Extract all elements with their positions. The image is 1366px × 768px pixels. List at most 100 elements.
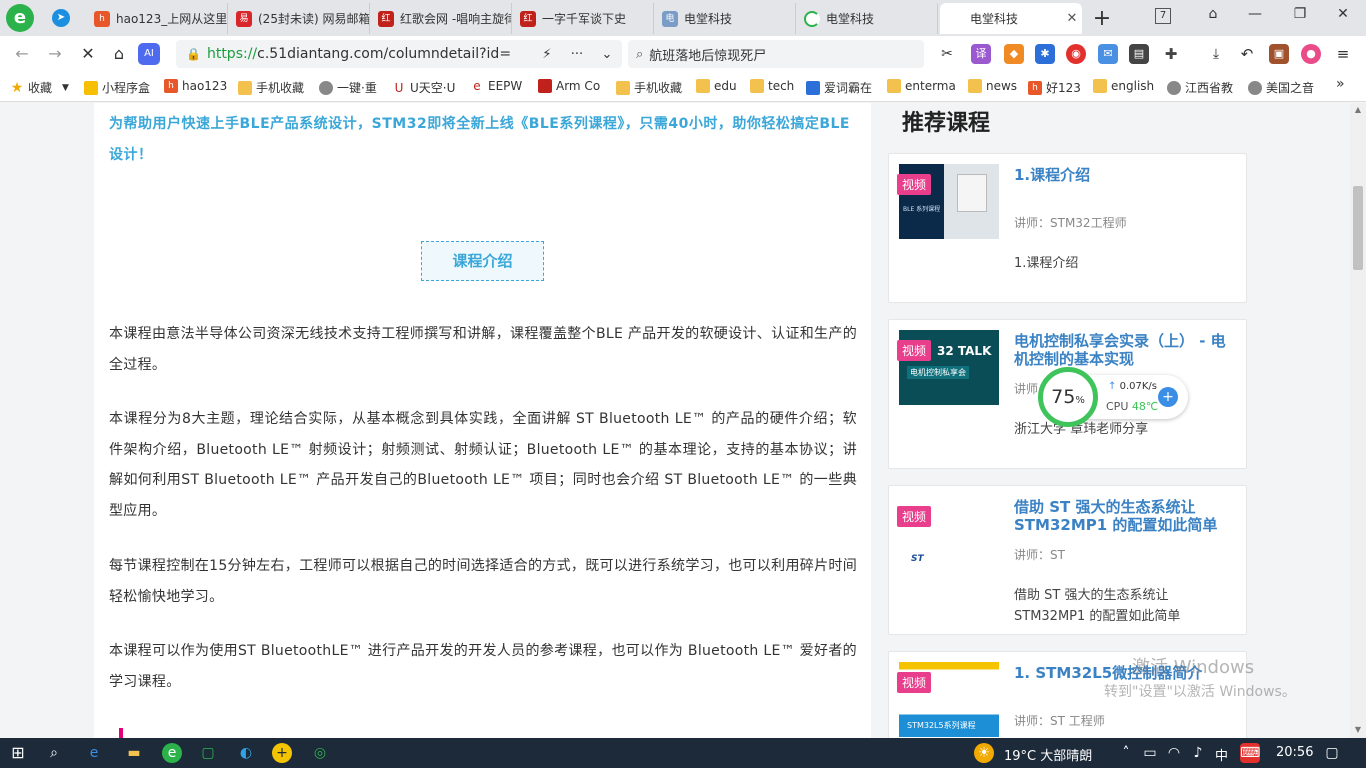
input-method-icon[interactable]: ⌨ — [1240, 743, 1260, 763]
ie-icon[interactable]: e — [84, 743, 104, 763]
bookmark-item[interactable]: enterma — [887, 79, 956, 93]
bookmark-item[interactable]: english — [1093, 79, 1154, 93]
close-window-icon[interactable]: ✕ — [1328, 6, 1358, 22]
bookmark-item[interactable]: edu — [696, 79, 737, 93]
article-paragraph: 本课程分为8大主题，理论结合实际，从基本概念到具体实践，全面讲解 ST Blue… — [109, 411, 857, 519]
bookmark-item[interactable]: tech — [750, 79, 794, 93]
clipboard-icon[interactable]: ▤ — [1129, 44, 1149, 64]
course-card[interactable]: ST 视频 借助 ST 强大的生态系统让 STM32MP1 的配置如此简单 讲师… — [888, 485, 1247, 635]
dropdown-icon: ▼ — [62, 82, 69, 93]
color-wheel-icon[interactable]: ● — [1301, 44, 1321, 64]
ai-icon[interactable]: AI — [138, 43, 160, 65]
tab-netease-mail[interactable]: 易 (25封未读) 网易邮箱 — [228, 3, 370, 34]
weather-icon[interactable]: ☀ — [974, 743, 994, 763]
web-page: 为帮助用户快速上手BLE产品系统设计，STM32即将全新上线《BLE系列课程》，… — [0, 103, 1366, 738]
page-scrollbar[interactable]: ▲ ▼ — [1350, 103, 1366, 738]
course-card[interactable]: BLE 系列课程 视频 1.课程介绍 讲师：STM32工程师 1.课程介绍 — [888, 153, 1247, 303]
bookmark-item[interactable]: 美国之音 — [1248, 79, 1314, 96]
weibo-icon[interactable]: ◉ — [1066, 44, 1086, 64]
notification-icon[interactable]: ▢ — [1322, 743, 1342, 763]
wifi-icon[interactable]: ◠ — [1164, 743, 1184, 763]
bookmark-item[interactable]: Arm Co — [538, 79, 600, 93]
boost-plus-icon[interactable]: + — [1158, 387, 1178, 407]
tab-hongge[interactable]: 红 红歌会网 -唱响主旋律 — [370, 3, 512, 34]
restore-icon[interactable]: ❐ — [1285, 6, 1315, 22]
translate-icon[interactable]: 译 — [971, 44, 991, 64]
scrollbar-thumb[interactable] — [1353, 186, 1363, 270]
new-tab-icon[interactable]: + — [1090, 6, 1114, 31]
search-icon[interactable]: ⌕ — [44, 743, 64, 763]
tab-history[interactable]: 红 一字千军谈下史 — [512, 3, 654, 34]
browser-taskbar-icon[interactable]: e — [162, 743, 182, 763]
card-title[interactable]: 1.课程介绍 — [1014, 166, 1234, 184]
windows-start-icon[interactable]: ⊞ — [8, 743, 28, 763]
chevron-up-icon[interactable]: ˄ — [1116, 743, 1136, 763]
card-desc: 借助 ST 强大的生态系统让 STM32MP1 的配置如此简单 — [1014, 588, 1181, 624]
tab-hao123[interactable]: h hao123_上网从这里开始 — [86, 3, 228, 34]
briefcase-icon[interactable]: ▣ — [1269, 44, 1289, 64]
bookmark-item[interactable]: 手机收藏 — [616, 79, 682, 96]
star-icon: ★ — [10, 79, 24, 96]
iciba-icon — [806, 80, 820, 95]
wechat-icon[interactable]: ◎ — [310, 743, 330, 763]
card-title[interactable]: 借助 ST 强大的生态系统让 STM32MP1 的配置如此简单 — [1014, 498, 1234, 534]
bookmark-favorites[interactable]: ★ 收藏 ▼ — [10, 79, 69, 96]
scroll-down-icon[interactable]: ▼ — [1350, 725, 1366, 734]
shirt-icon[interactable]: ⌂ — [1198, 6, 1228, 22]
minimize-icon[interactable]: — — [1240, 6, 1270, 22]
menu-icon[interactable]: ≡ — [1333, 44, 1353, 64]
scroll-up-icon[interactable]: ▲ — [1350, 105, 1366, 114]
tab-diantang-2[interactable]: 电堂科技 — [796, 3, 938, 34]
pinned-tab-icon[interactable]: ➤ — [52, 9, 70, 27]
more-bookmarks-icon[interactable]: » — [1336, 76, 1345, 92]
plus-app-icon[interactable]: + — [272, 743, 292, 763]
cut-icon[interactable]: ✂ — [937, 44, 957, 64]
bookmark-item[interactable]: h hao123 — [164, 79, 227, 93]
browser-logo-icon[interactable]: e — [6, 4, 34, 32]
stop-icon[interactable]: ✕ — [76, 42, 100, 66]
chevron-down-icon[interactable]: ⌄ — [592, 47, 622, 62]
windows-taskbar: ⊞ ⌕ e ▬ e ▢ ◐ + ◎ ☀ 19°C 大部晴朗 ˄ ▭ ◠ ♪ 中 … — [0, 738, 1366, 768]
bookmark-item[interactable]: 手机收藏 — [238, 79, 304, 96]
bookmark-item[interactable]: 一键·重 — [319, 79, 377, 96]
search-input[interactable]: ⌕ 航班落地后惊现死尸 — [628, 40, 924, 68]
more-icon[interactable]: ··· — [562, 47, 592, 62]
fox-icon[interactable]: ◆ — [1004, 44, 1024, 64]
app-window-icon[interactable]: ▢ — [198, 743, 218, 763]
card-title[interactable]: 电机控制私享会实录（上） - 电机控制的基本实现 — [1014, 332, 1234, 368]
home-icon[interactable]: ⌂ — [107, 42, 131, 66]
network-speed: ↑ 0.07K/s — [1108, 381, 1157, 392]
volume-icon[interactable]: ♪ — [1188, 743, 1208, 763]
address-bar: ← → ✕ ⌂ AI 🔒 https:// c.51diantang.com/c… — [0, 36, 1366, 72]
cpu-monitor-widget[interactable]: 75% ↑ 0.07K/s CPU 48℃ + — [1038, 367, 1188, 427]
bookmark-item[interactable]: 爱词霸在 — [806, 79, 872, 96]
bookmark-item[interactable]: e EEPW — [470, 79, 522, 93]
bookmark-item[interactable]: 小程序盒 — [84, 79, 150, 96]
bookmark-item[interactable]: 江西省教 — [1167, 79, 1233, 96]
clock-time[interactable]: 20:56 — [1276, 745, 1313, 760]
apps-icon[interactable]: ✱ — [1035, 44, 1055, 64]
bookmark-item[interactable]: h 好123 — [1028, 79, 1081, 96]
explorer-icon[interactable]: ▬ — [124, 743, 144, 763]
bookmark-item[interactable]: news — [968, 79, 1017, 93]
weather-text[interactable]: 19°C 大部晴朗 — [1004, 745, 1092, 764]
network-icon[interactable]: ▭ — [1140, 743, 1160, 763]
recommended-title: 推荐课程 — [902, 111, 991, 136]
download-icon[interactable]: ⤓ — [1206, 44, 1226, 64]
url-field[interactable]: 🔒 https:// c.51diantang.com/columndetail… — [176, 40, 622, 68]
ime-indicator[interactable]: 中 — [1215, 745, 1228, 764]
tab-count-icon[interactable]: 7 — [1155, 8, 1171, 24]
extensions-icon[interactable]: ✚ — [1161, 44, 1181, 64]
undo-icon[interactable]: ↶ — [1237, 44, 1257, 64]
close-tab-icon[interactable]: ✕ — [1062, 11, 1082, 26]
lightning-icon[interactable]: ⚡ — [532, 47, 562, 62]
hao123-icon: h — [94, 10, 110, 27]
back-icon[interactable]: ← — [10, 42, 34, 66]
tab-diantang-active[interactable]: 电堂科技 ✕ — [940, 3, 1082, 34]
tab-diantang-1[interactable]: 电 电堂科技 — [654, 3, 796, 34]
video-badge: 视频 — [897, 506, 932, 527]
bookmark-item[interactable]: U U天空·U — [392, 79, 456, 96]
forward-icon[interactable]: → — [43, 42, 67, 66]
edge-icon[interactable]: ◐ — [236, 743, 256, 763]
mail-icon[interactable]: ✉ — [1098, 44, 1118, 64]
